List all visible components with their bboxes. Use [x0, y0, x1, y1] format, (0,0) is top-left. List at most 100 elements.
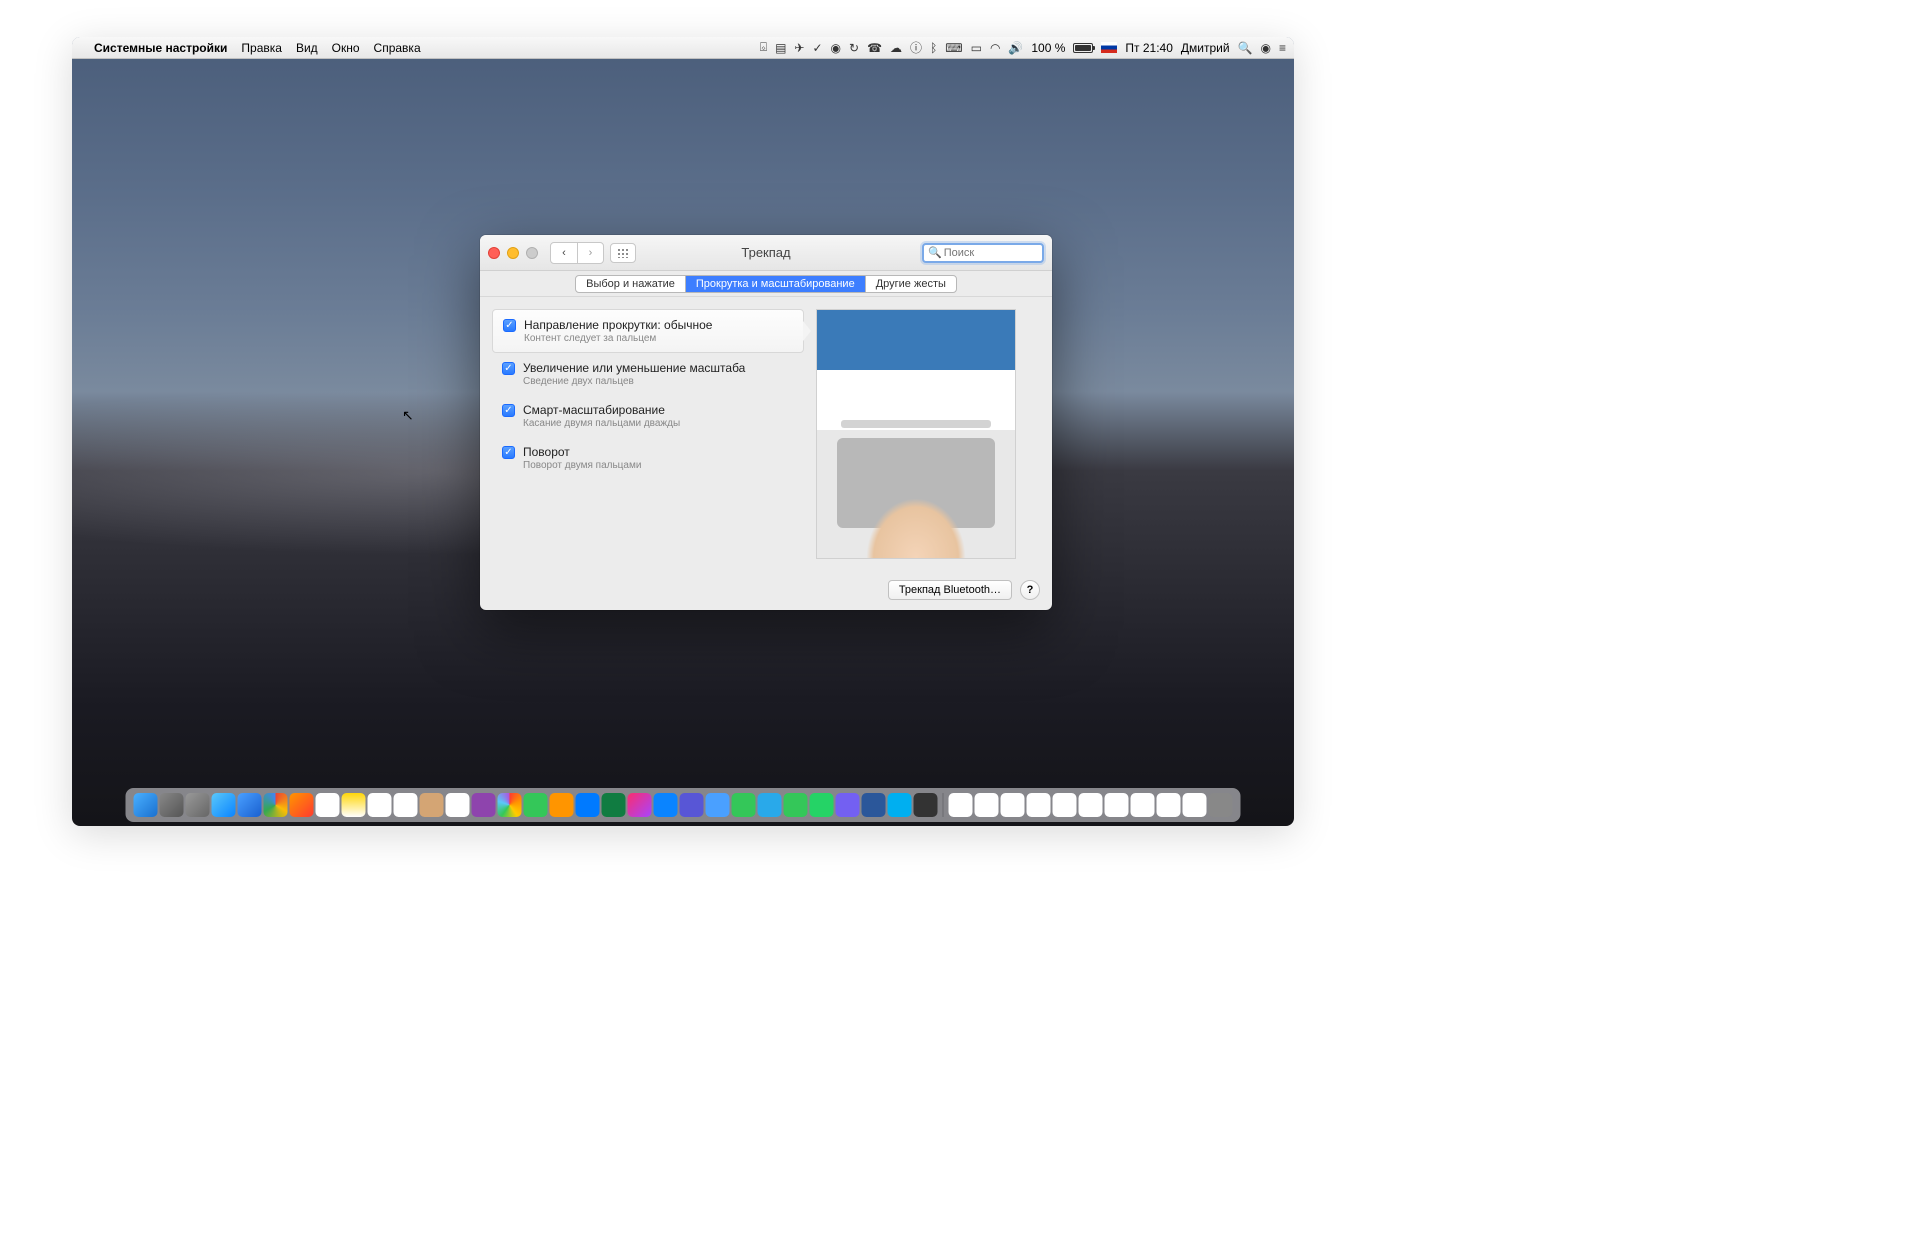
- doc-icon[interactable]: [1183, 793, 1207, 817]
- tab-bar: Выбор и нажатие Прокрутка и масштабирова…: [480, 271, 1052, 297]
- app-icon[interactable]: [680, 793, 704, 817]
- bluetooth-trackpad-button[interactable]: Трекпад Bluetooth…: [888, 580, 1012, 600]
- titlebar[interactable]: ‹ › Трекпад 🔍: [480, 235, 1052, 271]
- whatsapp-icon[interactable]: [810, 793, 834, 817]
- telegram-icon[interactable]: [758, 793, 782, 817]
- doc-icon[interactable]: [1027, 793, 1051, 817]
- doc-icon[interactable]: [975, 793, 999, 817]
- viber-icon[interactable]: ☎: [867, 41, 882, 55]
- launchpad-icon[interactable]: [160, 793, 184, 817]
- finder-icon[interactable]: [134, 793, 158, 817]
- help-button[interactable]: ?: [1020, 580, 1040, 600]
- show-all-button[interactable]: [610, 243, 636, 263]
- display-icon[interactable]: ▭: [971, 41, 982, 55]
- messages-icon[interactable]: [784, 793, 808, 817]
- siri-icon[interactable]: ◉: [1261, 41, 1271, 55]
- doc-icon[interactable]: [1131, 793, 1155, 817]
- option-subtitle: Сведение двух пальцев: [523, 376, 794, 387]
- mail-icon[interactable]: [238, 793, 262, 817]
- checkbox-smart-zoom[interactable]: ✓: [502, 404, 515, 417]
- itunes-icon[interactable]: [628, 793, 652, 817]
- chrome-icon[interactable]: [264, 793, 288, 817]
- back-button[interactable]: ‹: [551, 243, 577, 263]
- sync-icon[interactable]: ↻: [849, 41, 859, 55]
- viber-icon[interactable]: [836, 793, 860, 817]
- app-icon[interactable]: [472, 793, 496, 817]
- keyboard-icon[interactable]: ⌨: [945, 41, 962, 55]
- option-rotate[interactable]: ✓ Поворот Поворот двумя пальцами: [492, 437, 804, 479]
- photos-icon[interactable]: [498, 793, 522, 817]
- notes-icon[interactable]: [342, 793, 366, 817]
- checkbox-scroll-direction[interactable]: ✓: [503, 319, 516, 332]
- app-icon[interactable]: [732, 793, 756, 817]
- skype-icon[interactable]: [888, 793, 912, 817]
- app-menu[interactable]: Системные настройки: [94, 41, 227, 55]
- preview-dock: [841, 420, 991, 428]
- excel-icon[interactable]: [602, 793, 626, 817]
- content-area: ✓ Направление прокрутки: обычное Контент…: [480, 297, 1052, 571]
- gesture-preview: [816, 309, 1016, 559]
- settings-icon[interactable]: [186, 793, 210, 817]
- bluetooth-icon[interactable]: ᛒ: [930, 41, 937, 55]
- option-scroll-direction[interactable]: ✓ Направление прокрутки: обычное Контент…: [492, 309, 804, 353]
- check-icon[interactable]: ✓: [812, 41, 822, 55]
- option-smart-zoom[interactable]: ✓ Смарт-масштабирование Касание двумя па…: [492, 395, 804, 437]
- app-icon[interactable]: [706, 793, 730, 817]
- doc-icon[interactable]: [1079, 793, 1103, 817]
- doc-icon[interactable]: [1001, 793, 1025, 817]
- checkbox-rotate[interactable]: ✓: [502, 446, 515, 459]
- wifi-icon[interactable]: ◠: [990, 41, 1000, 55]
- app-icon[interactable]: [914, 793, 938, 817]
- menu-help[interactable]: Справка: [374, 41, 421, 55]
- telegram-icon[interactable]: ✈: [794, 41, 804, 55]
- calendar-icon[interactable]: [394, 793, 418, 817]
- window-title: Трекпад: [741, 245, 790, 260]
- doc-icon[interactable]: [1105, 793, 1129, 817]
- user-name[interactable]: Дмитрий: [1181, 41, 1230, 55]
- reminders-icon[interactable]: [368, 793, 392, 817]
- doc-icon[interactable]: [1053, 793, 1077, 817]
- search-field[interactable]: 🔍: [922, 243, 1044, 263]
- notification-center-icon[interactable]: ≡: [1279, 41, 1286, 55]
- battery-percent[interactable]: 100 %: [1031, 41, 1065, 55]
- app-icon[interactable]: [550, 793, 574, 817]
- tab-more-gestures[interactable]: Другие жесты: [865, 276, 956, 292]
- menu-window[interactable]: Окно: [332, 41, 360, 55]
- yandex-icon[interactable]: [316, 793, 340, 817]
- cloud-icon[interactable]: ☁: [890, 41, 902, 55]
- tab-point-click[interactable]: Выбор и нажатие: [576, 276, 685, 292]
- forward-button: ›: [577, 243, 603, 263]
- contacts-icon[interactable]: [420, 793, 444, 817]
- appstore-icon[interactable]: [654, 793, 678, 817]
- tab-scroll-zoom[interactable]: Прокрутка и масштабирование: [685, 276, 865, 292]
- menu-view[interactable]: Вид: [296, 41, 318, 55]
- doc-icon[interactable]: [1157, 793, 1181, 817]
- trash-icon[interactable]: [1209, 793, 1233, 817]
- input-language-flag[interactable]: [1101, 42, 1117, 53]
- disk-icon[interactable]: ▤: [775, 41, 786, 55]
- volume-icon[interactable]: 🔊: [1008, 41, 1023, 55]
- search-input[interactable]: [944, 247, 1038, 259]
- status-icon[interactable]: ◉: [831, 41, 841, 55]
- dropbox-icon[interactable]: ⌺: [760, 40, 767, 55]
- spotlight-icon[interactable]: 🔍: [1238, 41, 1253, 55]
- menu-edit[interactable]: Правка: [241, 41, 282, 55]
- dock: [126, 788, 1241, 822]
- app-icon[interactable]: [576, 793, 600, 817]
- safari-icon[interactable]: [212, 793, 236, 817]
- word-icon[interactable]: [862, 793, 886, 817]
- minimize-button[interactable]: [507, 247, 519, 259]
- option-title: Смарт-масштабирование: [523, 403, 794, 417]
- dock-separator: [943, 793, 944, 817]
- pages-icon[interactable]: [446, 793, 470, 817]
- search-icon: 🔍: [928, 246, 942, 259]
- battery-icon[interactable]: [1073, 43, 1093, 53]
- close-button[interactable]: [488, 247, 500, 259]
- info-icon[interactable]: ⓘ: [910, 39, 922, 56]
- doc-icon[interactable]: [949, 793, 973, 817]
- clock[interactable]: Пт 21:40: [1125, 41, 1172, 55]
- option-zoom[interactable]: ✓ Увеличение или уменьшение масштаба Све…: [492, 353, 804, 395]
- firefox-icon[interactable]: [290, 793, 314, 817]
- checkbox-zoom[interactable]: ✓: [502, 362, 515, 375]
- app-icon[interactable]: [524, 793, 548, 817]
